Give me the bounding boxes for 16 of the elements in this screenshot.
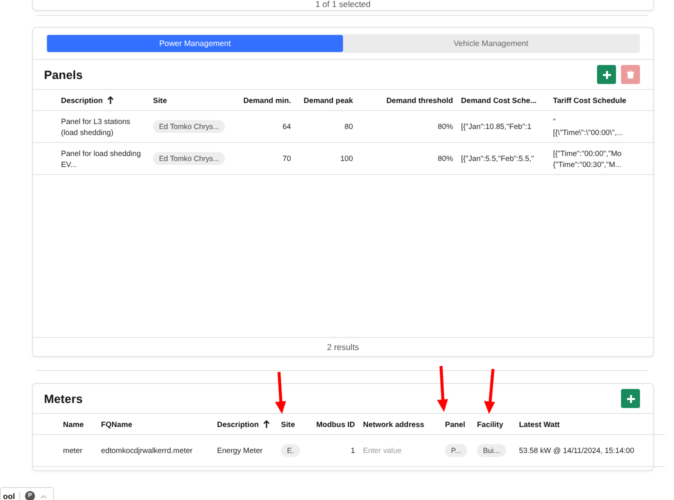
results-count: 2 results bbox=[326, 341, 360, 353]
add-button[interactable] bbox=[597, 65, 616, 84]
sort-up-icon bbox=[106, 96, 114, 104]
annotation-arrow bbox=[437, 366, 448, 412]
add-button[interactable] bbox=[621, 389, 640, 408]
trash-icon bbox=[626, 70, 635, 79]
sort-up-icon bbox=[262, 420, 270, 428]
annotation-arrow bbox=[275, 372, 286, 414]
annotation-arrow bbox=[484, 368, 495, 414]
section-title: Panels bbox=[44, 68, 83, 82]
tab[interactable]: Power Management bbox=[47, 35, 343, 52]
section-title: Meters bbox=[44, 392, 83, 406]
caret-icon bbox=[40, 494, 47, 498]
plus-icon bbox=[602, 70, 612, 80]
selection-count: 1 of 1 selected bbox=[315, 0, 371, 10]
plus-icon bbox=[626, 394, 636, 404]
